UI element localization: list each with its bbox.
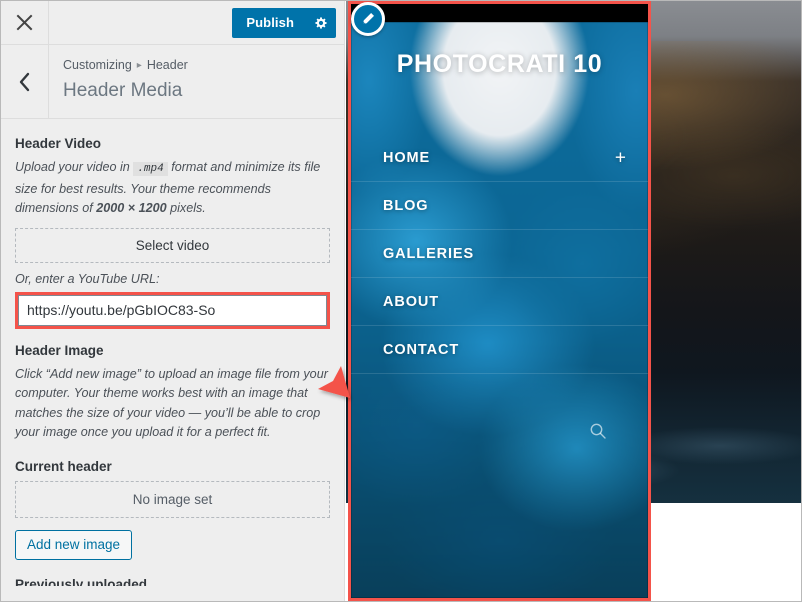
nav-item-label: GALLERIES xyxy=(383,245,475,262)
youtube-url-highlight xyxy=(15,291,330,329)
header-video-description: Upload your video in .mp4 format and min… xyxy=(15,158,330,219)
header-video-control: Header Video Upload your video in .mp4 f… xyxy=(15,136,330,329)
gear-icon[interactable] xyxy=(306,8,336,38)
select-video-button[interactable]: Select video xyxy=(15,227,330,263)
page-title: Header Media xyxy=(63,80,183,101)
breadcrumb: Customizing ▸ Header xyxy=(63,57,344,74)
mp4-code-chip: .mp4 xyxy=(133,162,168,176)
breadcrumb-current[interactable]: Header xyxy=(147,57,188,74)
customizer-sidebar: Publish Customizing ▸ Header Header Medi… xyxy=(1,1,345,601)
nav-item-label: CONTACT xyxy=(383,341,460,358)
nav-item-about[interactable]: ABOUT xyxy=(351,278,648,326)
site-preview: PHOTOCRATI 10 HOME + BLOG GALLERIES ABOU… xyxy=(346,1,801,601)
publish-group: Publish xyxy=(232,7,336,38)
nav-item-label: BLOG xyxy=(383,197,429,214)
customizer-topbar: Publish xyxy=(1,1,344,45)
previously-uploaded-label[interactable]: Previously uploaded xyxy=(15,577,330,586)
header-image-description: Click “Add new image” to upload an image… xyxy=(15,366,328,440)
close-icon[interactable] xyxy=(1,1,49,45)
panel-titles: Customizing ▸ Header Header Media xyxy=(49,45,344,118)
chevron-left-icon[interactable] xyxy=(1,45,49,118)
site-navigation: HOME + BLOG GALLERIES ABOUT CONTACT xyxy=(351,134,648,374)
search-icon[interactable] xyxy=(589,422,607,445)
panel-header: Customizing ▸ Header Header Media xyxy=(1,45,344,119)
youtube-url-input[interactable] xyxy=(18,294,327,326)
nav-item-label: HOME xyxy=(383,149,431,166)
current-header-label: Current header xyxy=(15,458,112,474)
no-image-set-placeholder: No image set xyxy=(15,480,330,518)
header-image-title: Header Image xyxy=(15,342,104,358)
header-video-desc-dimensions: 2000 × 1200 xyxy=(96,201,167,215)
submenu-expand-icon[interactable]: + xyxy=(615,148,626,167)
nav-item-label: ABOUT xyxy=(383,293,440,310)
nav-item-galleries[interactable]: GALLERIES xyxy=(351,230,648,278)
nav-item-blog[interactable]: BLOG xyxy=(351,182,648,230)
highlighted-header-frame: PHOTOCRATI 10 HOME + BLOG GALLERIES ABOU… xyxy=(348,1,651,601)
header-video-title: Header Video xyxy=(15,136,102,151)
customizer-window: Publish Customizing ▸ Header Header Medi… xyxy=(0,0,802,602)
add-new-image-button[interactable]: Add new image xyxy=(15,529,133,560)
publish-button[interactable]: Publish xyxy=(232,8,306,38)
site-inner: PHOTOCRATI 10 HOME + BLOG GALLERIES ABOU… xyxy=(351,4,648,598)
nav-item-home[interactable]: HOME + xyxy=(351,134,648,182)
header-image-control: Header Image Click “Add new image” to up… xyxy=(15,343,330,586)
header-video-desc-part3: pixels. xyxy=(170,201,206,215)
youtube-url-label: Or, enter a YouTube URL: xyxy=(15,271,160,286)
site-title: PHOTOCRATI 10 xyxy=(396,50,603,78)
header-video-desc-part1: Upload your video in xyxy=(15,160,130,174)
breadcrumb-separator-icon: ▸ xyxy=(136,60,142,71)
site-admin-bar xyxy=(351,4,648,22)
pencil-icon[interactable] xyxy=(351,2,385,36)
breadcrumb-root[interactable]: Customizing xyxy=(63,57,132,74)
nav-item-contact[interactable]: CONTACT xyxy=(351,326,648,374)
panel-content: Header Video Upload your video in .mp4 f… xyxy=(1,120,344,601)
